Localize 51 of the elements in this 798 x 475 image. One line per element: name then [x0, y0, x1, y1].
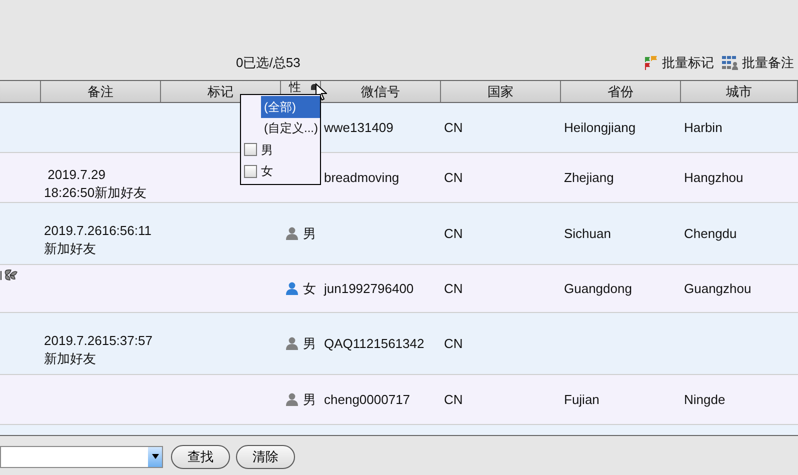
city-text: Chengdu — [684, 226, 737, 241]
wechat-id: breadmoving — [324, 170, 400, 185]
remark-text: 2019.7.2616:56:11 新加好友 — [44, 222, 152, 258]
country-text: CN — [444, 226, 463, 241]
person-icon — [286, 282, 298, 295]
toolbar-button[interactable]: 批量备注 — [722, 54, 794, 72]
menu-item[interactable]: (全部) — [261, 96, 320, 118]
sex-text: 男 — [303, 390, 316, 408]
person-icon — [286, 227, 298, 240]
wechat-id: jun1992796400 — [324, 281, 414, 296]
province-text: Fujian — [564, 392, 600, 407]
column-header[interactable]: 备注 — [41, 81, 161, 102]
wechat-id: QAQ1121561342 — [324, 336, 424, 351]
country-text: CN — [444, 336, 463, 351]
search-combo-field[interactable] — [0, 446, 163, 468]
city-text: Hangzhou — [684, 170, 744, 185]
action-button[interactable]: 查找 — [171, 444, 230, 468]
wechat-id: wwe131409 — [324, 120, 394, 135]
country-text: CN — [444, 170, 463, 185]
sex-text: 男 — [303, 334, 316, 352]
country-text: CN — [444, 120, 463, 135]
person-icon — [286, 393, 298, 406]
province-text: Heilongjiang — [564, 120, 636, 135]
city-text: Ningde — [684, 392, 726, 407]
country-text: CN — [444, 392, 463, 407]
selection-count: 0已选/总53 — [236, 54, 300, 72]
column-header[interactable]: 省份 — [561, 81, 681, 102]
checkbox[interactable] — [244, 164, 257, 178]
menu-item[interactable]: 男 — [244, 139, 320, 160]
sex-text: 女 — [303, 280, 316, 298]
action-button[interactable]: 清除 — [236, 444, 295, 468]
column-header[interactable]: 城市 — [681, 81, 798, 102]
country-text: CN — [444, 281, 463, 296]
city-text: Harbin — [684, 120, 722, 135]
dropdown-arrow-icon — [152, 454, 158, 459]
remark-text: 2019.7.29 18:26:50新加好友 — [44, 166, 147, 202]
sex-text: 男 — [303, 224, 316, 242]
grid-icon — [722, 56, 738, 70]
column-header[interactable]: 国家 — [441, 81, 561, 102]
checkbox[interactable] — [244, 143, 257, 156]
wechat-id: cheng0000717 — [324, 392, 410, 407]
flags-icon — [644, 56, 658, 70]
province-text: Guangdong — [564, 281, 632, 296]
province-text: Sichuan — [564, 226, 611, 241]
menu-item[interactable]: 女 — [244, 160, 320, 182]
city-text: Guangzhou — [684, 281, 752, 296]
person-icon — [286, 337, 298, 350]
menu-item[interactable]: (自定义...) — [261, 118, 320, 139]
toolbar-button[interactable]: 批量标记 — [644, 54, 714, 72]
province-text: Zhejiang — [564, 170, 614, 185]
remark-text: 2019.7.2615:37:57 新加好友 — [44, 332, 152, 368]
